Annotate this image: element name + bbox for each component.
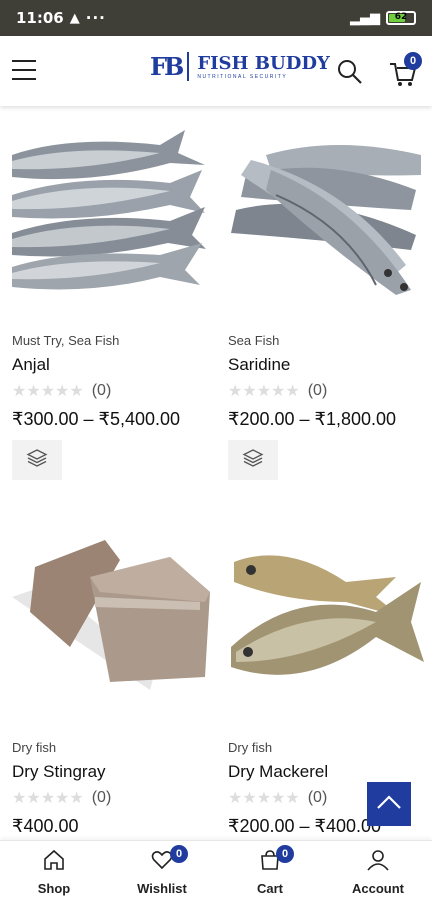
nav-account[interactable]: Account: [324, 841, 432, 900]
rating-count: (0): [307, 788, 328, 806]
star-rating-icon: ★★★★★: [228, 788, 300, 807]
alert-icon: ▲: [69, 10, 80, 26]
app-header: FB FISH BUDDY NUTRITIONAL SECURITY 0: [0, 36, 432, 106]
nav-account-label: Account: [352, 880, 404, 896]
user-icon: [366, 848, 390, 877]
product-image-saridine[interactable]: [226, 115, 426, 315]
product-price: ₹200.00 – ₹400.00: [228, 816, 382, 836]
product-rating: ★★★★★ (0): [228, 788, 327, 807]
nav-wishlist-label: Wishlist: [137, 880, 187, 896]
home-icon: [42, 848, 66, 877]
status-time: 11:06: [16, 9, 64, 27]
brand-name: FISH BUDDY: [197, 52, 330, 74]
nav-shop-label: Shop: [37, 880, 71, 896]
nav-cart[interactable]: 0 Cart: [216, 841, 324, 900]
product-category[interactable]: Dry fish: [12, 740, 56, 755]
product-name[interactable]: Dry Stingray: [12, 762, 106, 782]
menu-icon[interactable]: [12, 60, 36, 80]
nav-shop[interactable]: Shop: [0, 841, 108, 900]
product-rating: ★★★★★ (0): [12, 381, 111, 400]
wishlist-count-badge: 0: [170, 845, 188, 863]
more-notifications-icon: ···: [85, 9, 106, 27]
bottom-cart-count-badge: 0: [276, 845, 294, 863]
product-price: ₹200.00 – ₹1,800.00: [228, 409, 397, 429]
product-card[interactable]: Dry fish Dry Mackerel ★★★★★ (0) ₹200.00 …: [226, 522, 426, 836]
product-name[interactable]: Anjal: [12, 355, 50, 375]
product-card[interactable]: Dry fish Dry Stingray ★★★★★ (0) ₹400.00: [10, 522, 210, 836]
chevron-up-icon: [376, 794, 402, 815]
bottom-navigation: Shop 0 Wishlist 0 Cart Account: [0, 840, 432, 900]
product-image-anjal[interactable]: [10, 115, 210, 315]
search-icon[interactable]: [336, 58, 364, 86]
signal-icon: ▂▄▆: [350, 10, 380, 26]
rating-count: (0): [307, 381, 328, 399]
product-price: ₹300.00 – ₹5,400.00: [12, 409, 181, 429]
product-image-dry-stingray[interactable]: [10, 522, 210, 722]
logo-mark: FB: [150, 52, 190, 81]
compare-button[interactable]: [228, 440, 278, 480]
cart-icon[interactable]: 0: [388, 52, 422, 88]
product-card[interactable]: Must Try, Sea Fish Anjal ★★★★★ (0) ₹300.…: [10, 115, 210, 480]
status-bar: 11:06 ▲ ··· ▂▄▆ 62: [0, 0, 432, 36]
rating-count: (0): [91, 381, 112, 399]
star-rating-icon: ★★★★★: [12, 788, 84, 807]
compare-button[interactable]: [12, 440, 62, 480]
product-name[interactable]: Dry Mackerel: [228, 762, 328, 782]
product-rating: ★★★★★ (0): [12, 788, 111, 807]
product-category[interactable]: Must Try, Sea Fish: [12, 333, 119, 348]
nav-wishlist[interactable]: 0 Wishlist: [108, 841, 216, 900]
product-card[interactable]: Sea Fish Saridine ★★★★★ (0) ₹200.00 – ₹1…: [226, 115, 426, 480]
nav-cart-label: Cart: [256, 880, 283, 896]
battery-level: 62: [394, 12, 408, 22]
product-name[interactable]: Saridine: [228, 355, 290, 375]
star-rating-icon: ★★★★★: [228, 381, 300, 400]
scroll-to-top-button[interactable]: [367, 782, 411, 826]
product-image-dry-mackerel[interactable]: [226, 522, 426, 722]
star-rating-icon: ★★★★★: [12, 381, 84, 400]
cart-count-badge: 0: [404, 52, 422, 70]
product-rating: ★★★★★ (0): [228, 381, 327, 400]
brand-logo[interactable]: FB FISH BUDDY NUTRITIONAL SECURITY: [150, 52, 330, 81]
brand-tagline: NUTRITIONAL SECURITY: [197, 73, 288, 80]
layers-icon: [242, 447, 264, 474]
battery-icon: 62: [386, 11, 416, 25]
product-price: ₹400.00: [12, 816, 79, 836]
product-category[interactable]: Sea Fish: [228, 333, 279, 348]
product-category[interactable]: Dry fish: [228, 740, 272, 755]
rating-count: (0): [91, 788, 112, 806]
layers-icon: [26, 447, 48, 474]
